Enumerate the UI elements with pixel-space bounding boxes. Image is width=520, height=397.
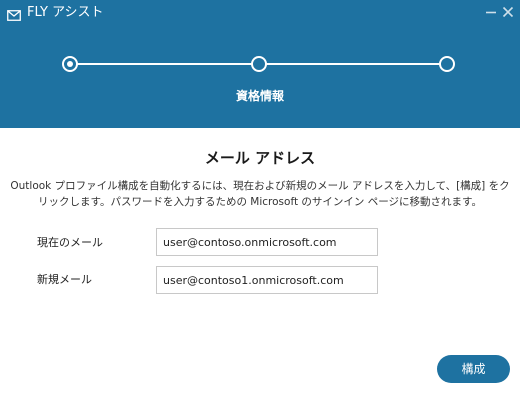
step-connector	[76, 63, 252, 65]
step-connector	[264, 63, 440, 65]
instructions-text: Outlook プロファイル構成を自動化するには、現在および新規のメール アドレ…	[10, 180, 510, 208]
minimize-icon	[486, 11, 496, 14]
configure-button[interactable]: 構成	[437, 355, 510, 383]
close-icon	[502, 6, 514, 18]
new-email-label: 新規メール	[37, 273, 92, 286]
step-2-indicator	[251, 56, 267, 72]
title-bar: FLY アシスト	[0, 0, 520, 26]
minimize-button[interactable]	[483, 4, 499, 20]
progress-stepper	[0, 50, 520, 80]
window-title: FLY アシスト	[27, 5, 104, 20]
current-email-field[interactable]	[156, 228, 378, 256]
step-label: 資格情報	[235, 89, 284, 103]
app-window: FLY アシスト 資格情報 メール アドレス Outlook プロファイル構成を	[0, 0, 520, 397]
section-title: メール アドレス	[204, 149, 316, 167]
envelope-icon	[7, 6, 21, 21]
current-email-label: 現在のメール	[37, 236, 103, 249]
close-button[interactable]	[500, 4, 516, 20]
header-banner: FLY アシスト 資格情報	[0, 0, 520, 128]
step-3-indicator	[439, 56, 455, 72]
new-email-field[interactable]	[156, 266, 378, 294]
step-1-indicator	[62, 56, 78, 72]
